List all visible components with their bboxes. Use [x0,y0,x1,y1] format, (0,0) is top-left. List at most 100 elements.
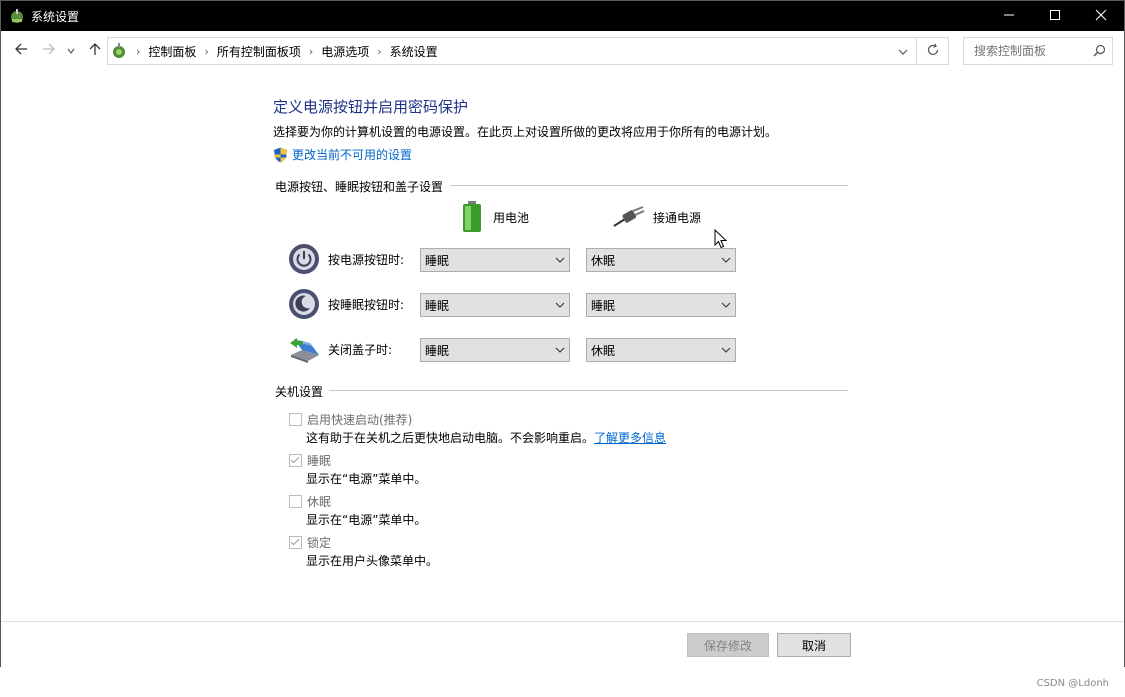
sleep-button-label: 按睡眠按钮时: [328,297,405,312]
select-value: 休眠 [591,253,616,268]
close-button[interactable] [1078,1,1124,31]
power-options-app-icon [9,8,25,24]
lock-description: 显示在用户头像菜单中。 [306,554,439,568]
power-button-label: 按电源按钮时: [328,252,405,267]
sleep-description: 显示在“电源”菜单中。 [306,472,427,486]
sleep-checkbox-row[interactable]: 睡眠 [289,452,331,469]
forward-button[interactable] [39,41,59,61]
address-dropdown-icon[interactable] [898,46,908,60]
fast-startup-checkbox-row[interactable]: 启用快速启动(推荐) [289,411,412,428]
main-content: 定义电源按钮并启用密码保护 选择要为你的计算机设置的电源设置。在此页上对设置所做… [1,71,1124,621]
change-unavailable-settings-link[interactable]: 更改当前不可用的设置 [273,146,412,163]
control-panel-icon [110,42,128,60]
lock-checkbox[interactable] [289,536,302,549]
learn-more-link[interactable]: 了解更多信息 [594,431,666,445]
breadcrumb: › 控制面板 › 所有控制面板项 › 电源选项 › 系统设置 [108,38,438,64]
plugged-in-column-header: 接通电源 [613,206,701,228]
chevron-right-icon: › [204,44,209,58]
hibernate-option-label: 休眠 [307,495,332,509]
hibernate-description: 显示在“电源”菜单中。 [306,513,427,527]
save-changes-button[interactable]: 保存修改 [687,633,769,657]
arrow-left-icon [14,42,28,60]
shutdown-section-heading-text: 关机设置 [275,385,324,399]
fast-startup-description: 这有助于在关机之后更快地启动电脑。不会影响重启。了解更多信息 [306,429,666,446]
lock-checkbox-row[interactable]: 锁定 [289,534,331,551]
select-value: 休眠 [591,343,616,358]
select-value: 睡眠 [591,298,616,313]
search-box[interactable] [963,37,1113,65]
chevron-down-icon [717,257,735,263]
chevron-right-icon: › [136,44,141,58]
power-plug-icon [613,206,645,228]
system-settings-window: 系统设置 › 控制面板 › 所有控制面板项 › 电源选项 › 系统设置 搜索控制… [0,0,1125,667]
breadcrumb-all-items[interactable]: 所有控制面板项 [217,43,301,60]
maximize-icon [1049,9,1061,24]
chevron-right-icon: › [308,44,314,58]
title-bar: 系统设置 [1,1,1124,31]
chevron-down-icon [551,347,569,353]
battery-column-header: 用电池 [461,201,529,233]
section-divider [450,185,848,186]
search-icon[interactable] [1093,44,1106,60]
page-title: 定义电源按钮并启用密码保护 [273,98,469,116]
recent-locations-button[interactable] [64,41,78,61]
uac-shield-icon [273,147,288,163]
minimize-icon [1003,9,1015,24]
watermark: CSDN @Ldonh [1036,678,1109,689]
fast-startup-desc-text: 这有助于在关机之后更快地启动电脑。不会影响重启。 [306,431,595,445]
power-button-battery-select[interactable]: 睡眠 [420,248,570,272]
fast-startup-checkbox[interactable] [289,413,302,426]
chevron-right-icon: › [377,44,382,58]
address-row: › 控制面板 › 所有控制面板项 › 电源选项 › 系统设置 [1,31,1124,71]
power-buttons-section-heading: 电源按钮、睡眠按钮和盖子设置 [275,178,848,195]
mouse-pointer-icon [714,228,728,252]
close-icon [1095,9,1107,24]
chevron-down-icon [551,257,569,263]
battery-column-label: 用电池 [493,210,530,225]
power-section-heading-text: 电源按钮、睡眠按钮和盖子设置 [275,180,444,194]
select-value: 睡眠 [425,298,450,313]
lid-close-row-label: 关闭盖子时: [288,333,392,365]
lock-option-label: 锁定 [307,536,332,550]
cancel-button[interactable]: 取消 [777,633,851,657]
sleep-checkbox[interactable] [289,454,302,467]
hibernate-checkbox-row[interactable]: 休眠 [289,493,331,510]
back-button[interactable] [11,41,31,61]
chevron-down-icon [67,43,75,59]
shutdown-section-heading: 关机设置 [275,383,848,400]
address-bar[interactable]: › 控制面板 › 所有控制面板项 › 电源选项 › 系统设置 [107,37,917,65]
laptop-lid-icon [288,333,320,365]
select-value: 睡眠 [425,343,450,358]
arrow-right-icon [42,42,56,60]
lid-close-label: 关闭盖子时: [328,342,393,357]
select-value: 睡眠 [425,253,450,268]
breadcrumb-power-options[interactable]: 电源选项 [321,43,369,60]
breadcrumb-system-settings[interactable]: 系统设置 [390,43,438,60]
footer-bar: 保存修改 取消 [1,621,1124,667]
search-input[interactable] [972,43,1086,59]
refresh-button[interactable] [917,37,949,65]
plugged-in-column-label: 接通电源 [653,210,702,225]
sleep-button-row-label: 按睡眠按钮时: [288,288,404,320]
fast-startup-label: 启用快速启动(推荐) [307,413,413,427]
chevron-down-icon [717,347,735,353]
chevron-down-icon [717,302,735,308]
minimize-button[interactable] [986,1,1032,31]
lid-close-battery-select[interactable]: 睡眠 [420,338,570,362]
change-unavailable-settings-label[interactable]: 更改当前不可用的设置 [292,146,412,163]
power-button-icon [288,243,320,275]
sleep-button-plugged-select[interactable]: 睡眠 [586,293,736,317]
sleep-option-label: 睡眠 [307,454,332,468]
window-title: 系统设置 [31,10,80,24]
sleep-button-icon [288,288,320,320]
sleep-button-battery-select[interactable]: 睡眠 [420,293,570,317]
hibernate-checkbox[interactable] [289,495,302,508]
page-description: 选择要为你的计算机设置的电源设置。在此页上对设置所做的更改将应用于你所有的电源计… [273,125,778,139]
up-button[interactable] [85,41,105,61]
section-divider [329,390,848,391]
lid-close-plugged-select[interactable]: 休眠 [586,338,736,362]
battery-icon [461,201,483,233]
arrow-up-icon [88,42,102,60]
breadcrumb-control-panel[interactable]: 控制面板 [148,43,196,60]
maximize-button[interactable] [1032,1,1078,31]
